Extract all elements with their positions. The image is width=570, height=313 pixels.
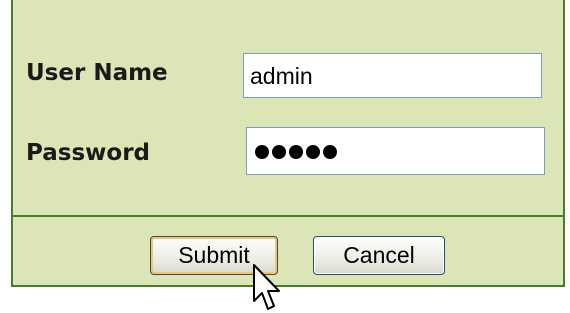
- login-form-panel: User Name admin Password Submit Cancel: [11, 0, 565, 287]
- password-dot: [255, 145, 269, 159]
- password-masked-value: [255, 139, 337, 159]
- password-label: Password: [26, 140, 150, 166]
- username-value: admin: [250, 63, 313, 89]
- password-dot: [272, 145, 286, 159]
- username-field[interactable]: admin: [243, 53, 542, 98]
- username-label: User Name: [26, 60, 168, 86]
- password-dot: [306, 145, 320, 159]
- password-dot: [289, 145, 303, 159]
- password-dot: [323, 145, 337, 159]
- password-field[interactable]: [246, 127, 545, 175]
- form-divider: [13, 215, 563, 217]
- cancel-button[interactable]: Cancel: [313, 236, 445, 275]
- mouse-pointer-icon: [253, 264, 280, 310]
